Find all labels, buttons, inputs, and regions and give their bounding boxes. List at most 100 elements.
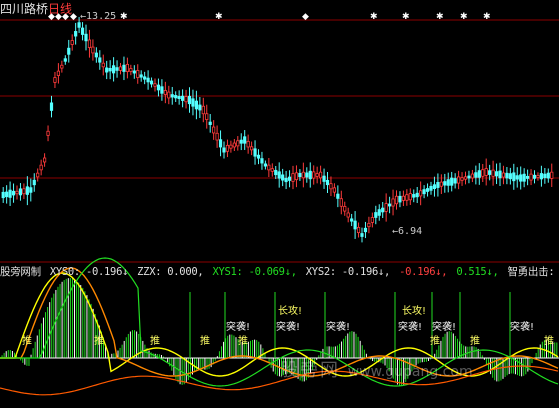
candle-body <box>180 95 185 101</box>
candle-body <box>501 172 506 178</box>
candle-body <box>8 189 12 198</box>
candle-body <box>222 147 226 153</box>
signal-long-attack: 长攻! <box>402 306 427 317</box>
candle-body <box>322 175 326 182</box>
candle-body <box>249 146 254 151</box>
candle-body <box>191 98 195 107</box>
signal-push: 推 <box>22 336 32 347</box>
candle-body <box>425 188 430 192</box>
candle-body <box>146 77 150 83</box>
candle-body <box>256 154 261 159</box>
candle-body <box>356 226 361 234</box>
candle-body <box>481 169 485 177</box>
candle-body <box>498 170 502 179</box>
legend-item: XYS1: -0.069↓, <box>212 266 297 278</box>
candle-body <box>305 172 309 178</box>
candle-body <box>408 193 412 201</box>
signal-push: 推 <box>200 336 210 347</box>
candle-body <box>536 175 540 178</box>
candle-body <box>353 220 357 230</box>
period-label: 日线 <box>48 2 73 16</box>
candle-body <box>149 80 154 85</box>
candle-body <box>253 148 257 157</box>
candle-body <box>53 77 57 83</box>
candle-body <box>15 190 19 195</box>
candle-body <box>512 172 516 182</box>
candle-body <box>453 178 457 184</box>
candle-body <box>312 171 316 179</box>
candle-body <box>422 189 426 195</box>
candle-body <box>277 171 281 179</box>
candle-body <box>543 173 547 179</box>
candle-body <box>508 173 512 180</box>
candle-body <box>177 96 181 99</box>
candle-body <box>539 173 544 180</box>
top-marker: ✱ <box>483 12 491 22</box>
candle-body <box>215 132 219 141</box>
top-marker: ✱ <box>215 12 223 22</box>
candle-body <box>49 102 54 111</box>
candle-body <box>494 171 499 177</box>
candle-body <box>263 163 268 167</box>
candle-body <box>325 179 330 186</box>
chart-title: 四川路桥日线 <box>0 0 72 17</box>
candle-body <box>80 27 85 35</box>
candle-body <box>343 206 347 212</box>
candle-body <box>477 170 481 178</box>
candle-body <box>32 179 36 186</box>
candle-body <box>474 172 478 178</box>
candle-body <box>363 227 368 233</box>
candle-body <box>184 96 188 103</box>
candle-body <box>488 170 492 175</box>
candle-body <box>87 39 92 48</box>
candle-body <box>22 188 26 195</box>
legend-item: 智勇出击: 0. <box>507 266 559 278</box>
candle-body <box>301 171 305 179</box>
candle-body <box>329 183 333 190</box>
candle-body <box>381 207 385 213</box>
high-price-label: ←13.25 <box>80 11 117 22</box>
candle-body <box>274 169 278 176</box>
candle-body <box>367 222 371 228</box>
candle-body <box>43 157 47 163</box>
candle-body <box>270 168 274 172</box>
candle-body <box>167 91 171 99</box>
candle-body <box>18 188 23 196</box>
candle-body <box>143 76 147 80</box>
legend-item: XYS0: -0.196↓ <box>49 266 129 278</box>
legend-item: 0.515↓, <box>456 266 499 278</box>
signal-sprint: 突袭! <box>276 322 301 333</box>
candle-body <box>432 184 437 190</box>
candle-body <box>225 144 230 152</box>
candle-body <box>391 198 395 207</box>
candle-body <box>415 192 419 198</box>
candle-body <box>460 177 464 181</box>
candle-body <box>412 194 416 198</box>
watermark-cn: 股旁网 <box>280 360 340 381</box>
candle-body <box>374 212 378 218</box>
candle-body <box>401 195 406 201</box>
candle-body <box>470 173 475 179</box>
candlestick-series <box>1 17 554 243</box>
candle-body <box>370 217 374 223</box>
signal-long-attack: 长攻! <box>278 306 303 317</box>
candle-body <box>153 83 157 87</box>
top-marker: ◆ <box>302 12 309 22</box>
candle-body <box>467 175 471 179</box>
candle-body <box>11 190 16 196</box>
candle-body <box>174 95 178 99</box>
candle-body <box>160 86 164 94</box>
legend-item: -0.196↓, <box>399 266 448 278</box>
candle-body <box>491 169 495 177</box>
stock-name: 四川路桥 <box>0 2 49 16</box>
candle-body <box>384 203 388 212</box>
candle-body <box>67 47 71 55</box>
signal-push: 推 <box>430 336 440 347</box>
candle-body <box>443 181 447 186</box>
candle-body <box>187 95 192 105</box>
candle-body <box>156 84 161 91</box>
candle-body <box>91 46 95 54</box>
candle-body <box>46 130 50 136</box>
candle-body <box>377 209 381 216</box>
candle-body <box>298 172 302 178</box>
